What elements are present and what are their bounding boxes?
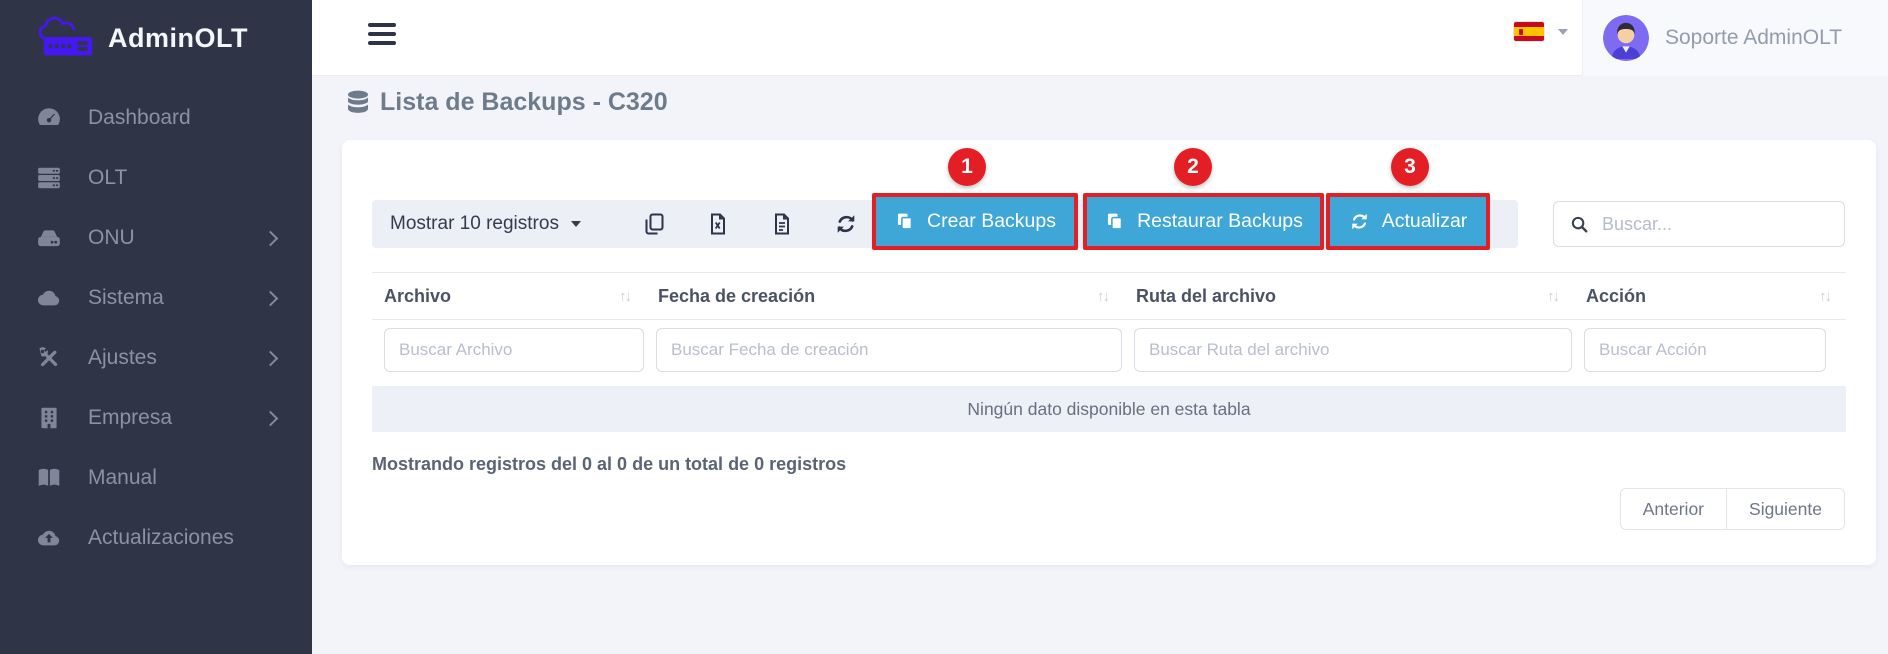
backups-card: Mostrar 10 registros: [342, 140, 1876, 565]
restaurar-backups-button[interactable]: Restaurar Backups: [1087, 197, 1320, 246]
copy-icon[interactable]: [642, 212, 666, 236]
topbar: Soporte AdminOLT: [312, 0, 1888, 76]
search-input[interactable]: [1602, 214, 1802, 235]
pagination: Anterior Siguiente: [1620, 488, 1845, 530]
export-file-icon[interactable]: [770, 212, 794, 236]
annotation-box-2: Restaurar Backups: [1083, 193, 1324, 250]
sync-icon: [1349, 211, 1370, 232]
filter-ruta-input[interactable]: [1134, 328, 1572, 372]
spain-flag-icon: [1514, 22, 1544, 41]
book-icon: [36, 465, 66, 491]
export-excel-icon[interactable]: [706, 212, 730, 236]
sidebar-nav: Dashboard OLT ONU Sistema: [0, 76, 312, 568]
table-empty-row: Ningún dato disponible en esta tabla: [372, 386, 1846, 432]
column-header-ruta[interactable]: Ruta del archivo ↑↓: [1124, 286, 1574, 307]
sidebar-item-dashboard[interactable]: Dashboard: [0, 88, 312, 148]
chevron-right-icon: [263, 230, 279, 246]
sidebar-item-label: Ajustes: [88, 346, 157, 370]
crear-backups-button[interactable]: Crear Backups: [876, 197, 1074, 246]
annotation-number-1: 1: [948, 148, 986, 186]
sidebar-item-manual[interactable]: Manual: [0, 448, 312, 508]
cloud-upload-icon: [36, 525, 66, 551]
page-title: Lista de Backups - C320: [346, 88, 668, 117]
sidebar-item-ajustes[interactable]: Ajustes: [0, 328, 312, 388]
column-header-accion[interactable]: Acción ↑↓: [1574, 286, 1846, 307]
sidebar-item-label: Empresa: [88, 406, 172, 430]
sidebar: AdminOLT Dashboard OLT ONU: [0, 0, 312, 654]
filter-archivo-input[interactable]: [384, 328, 644, 372]
sort-icon[interactable]: ↑↓: [1097, 288, 1108, 305]
actualizar-button[interactable]: Actualizar: [1330, 197, 1486, 246]
sidebar-item-label: OLT: [88, 166, 127, 190]
search-icon: [1570, 215, 1589, 234]
filter-accion-input[interactable]: [1584, 328, 1826, 372]
building-icon: [36, 405, 66, 431]
previous-page-button[interactable]: Anterior: [1620, 488, 1726, 530]
avatar: [1603, 15, 1649, 61]
page-length-dropdown[interactable]: Mostrar 10 registros: [390, 200, 581, 248]
dashboard-gauge-icon: [36, 105, 66, 131]
empty-message: Ningún dato disponible en esta tabla: [967, 399, 1250, 420]
sidebar-item-empresa[interactable]: Empresa: [0, 388, 312, 448]
device-icon: [36, 225, 66, 251]
column-header-archivo[interactable]: Archivo ↑↓: [372, 286, 646, 307]
tools-icon: [36, 345, 66, 371]
column-header-fecha[interactable]: Fecha de creación ↑↓: [646, 286, 1124, 307]
user-name: Soporte AdminOLT: [1665, 26, 1842, 50]
clone-icon: [894, 211, 915, 232]
annotation-number-2: 2: [1174, 148, 1212, 186]
language-selector[interactable]: [1514, 22, 1568, 41]
sidebar-item-actualizaciones[interactable]: Actualizaciones: [0, 508, 312, 568]
server-icon: [36, 165, 66, 191]
sidebar-item-label: Dashboard: [88, 106, 191, 130]
annotation-box-3: Actualizar: [1326, 193, 1490, 250]
filter-fecha-input[interactable]: [656, 328, 1122, 372]
clone-icon: [1104, 211, 1125, 232]
sidebar-item-label: Actualizaciones: [88, 526, 234, 550]
sort-icon[interactable]: ↑↓: [1819, 288, 1830, 305]
chevron-right-icon: [263, 290, 279, 306]
brand-name: AdminOLT: [108, 23, 248, 54]
sidebar-toggle-button[interactable]: [368, 23, 396, 50]
table-filter-row: [372, 328, 1846, 372]
sidebar-item-onu[interactable]: ONU: [0, 208, 312, 268]
caret-down-icon: [571, 221, 581, 227]
adminolt-logo-icon: [36, 15, 98, 61]
sidebar-item-label: Manual: [88, 466, 157, 490]
sidebar-item-label: Sistema: [88, 286, 164, 310]
annotation-box-1: Crear Backups: [872, 193, 1078, 250]
sort-icon[interactable]: ↑↓: [619, 288, 630, 305]
next-page-button[interactable]: Siguiente: [1726, 488, 1845, 530]
annotation-number-3: 3: [1391, 148, 1429, 186]
brand[interactable]: AdminOLT: [0, 0, 312, 76]
sort-icon[interactable]: ↑↓: [1547, 288, 1558, 305]
caret-down-icon: [1558, 29, 1568, 35]
chevron-right-icon: [263, 350, 279, 366]
user-menu[interactable]: Soporte AdminOLT: [1582, 0, 1888, 76]
cloud-icon: [36, 285, 66, 311]
chevron-right-icon: [263, 410, 279, 426]
table-info: Mostrando registros del 0 al 0 de un tot…: [372, 454, 846, 475]
refresh-icon[interactable]: [834, 212, 858, 236]
sidebar-item-sistema[interactable]: Sistema: [0, 268, 312, 328]
app-window: AdminOLT Dashboard OLT ONU: [0, 0, 1888, 654]
sidebar-item-olt[interactable]: OLT: [0, 148, 312, 208]
sidebar-item-label: ONU: [88, 226, 135, 250]
database-icon: [346, 90, 370, 116]
table-header-row: Archivo ↑↓ Fecha de creación ↑↓ Ruta del…: [372, 272, 1846, 320]
global-search: [1553, 201, 1845, 247]
